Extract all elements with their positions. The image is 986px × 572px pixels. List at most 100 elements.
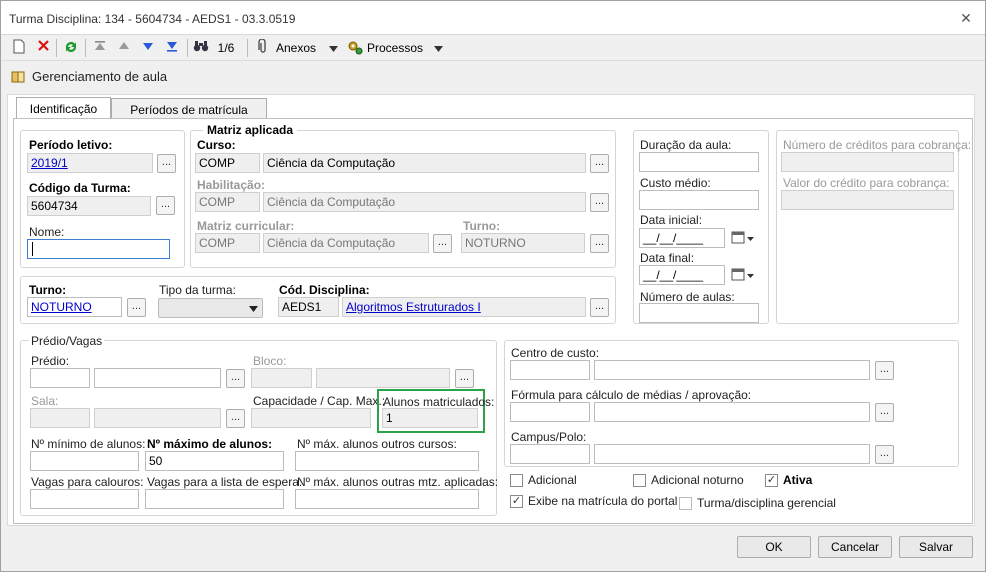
campus-lookup-button[interactable]: ...	[875, 445, 894, 464]
calendar-icon[interactable]	[728, 266, 758, 284]
calendar-icon[interactable]	[728, 229, 758, 247]
formula-name-input[interactable]	[594, 402, 870, 422]
campus-code-input[interactable]	[510, 444, 590, 464]
habilitacao-code-field[interactable]: COMP	[195, 192, 260, 212]
custo-medio-input[interactable]	[639, 190, 759, 210]
centro-custo-code-input[interactable]	[510, 360, 590, 380]
periodo-lookup-button[interactable]: ...	[157, 154, 176, 173]
vagas-espera-input[interactable]	[145, 489, 284, 509]
centro-custo-name-input[interactable]	[594, 360, 870, 380]
adicional-noturno-label: Adicional noturno	[651, 473, 744, 487]
gerencial-checkbox[interactable]	[679, 497, 692, 510]
formula-code-input[interactable]	[510, 402, 590, 422]
chevron-down-icon[interactable]	[327, 39, 339, 57]
bloco-label: Bloco:	[253, 354, 287, 368]
ativa-checkbox[interactable]: ✓	[765, 474, 778, 487]
refresh-icon[interactable]	[62, 39, 80, 57]
min-alunos-input[interactable]	[30, 451, 139, 471]
numero-creditos-field[interactable]	[781, 152, 954, 172]
data-final-label: Data final:	[640, 251, 695, 265]
bloco-code-field[interactable]	[251, 368, 312, 388]
max-outros-cursos-input[interactable]	[295, 451, 479, 471]
adicional-noturno-checkbox[interactable]	[633, 474, 646, 487]
duracao-input[interactable]	[639, 152, 759, 172]
tipo-turma-select[interactable]	[158, 298, 263, 318]
sala-code-field[interactable]	[30, 408, 90, 428]
periodo-label: Período letivo:	[29, 138, 113, 152]
turno-field[interactable]: NOTURNO	[27, 297, 122, 317]
alunos-matriculados-label: Alunos matriculados:	[383, 395, 495, 409]
previous-record-icon[interactable]	[115, 39, 133, 57]
custo-medio-label: Custo médio:	[640, 176, 711, 190]
campus-name-input[interactable]	[594, 444, 870, 464]
disciplina-lookup-button[interactable]: ...	[590, 298, 609, 317]
matriz-turno-field[interactable]: NOTURNO	[461, 233, 585, 253]
matriz-curricular-code-field[interactable]: COMP	[195, 233, 260, 253]
formula-lookup-button[interactable]: ...	[875, 403, 894, 422]
capacidade-field[interactable]	[251, 408, 371, 428]
centro-custo-lookup-button[interactable]: ...	[875, 361, 894, 380]
adicional-checkbox[interactable]	[510, 474, 523, 487]
sala-label: Sala:	[31, 394, 59, 408]
disciplina-code-field[interactable]: AEDS1	[278, 297, 339, 317]
vagas-calouros-input[interactable]	[30, 489, 139, 509]
close-icon[interactable]: ✕	[957, 9, 975, 27]
data-final-input[interactable]: __/__/____	[639, 265, 725, 285]
exibe-portal-checkbox[interactable]: ✓	[510, 495, 523, 508]
new-document-icon[interactable]	[11, 39, 27, 57]
bloco-name-field[interactable]	[316, 368, 450, 388]
tipo-turma-label: Tipo da turma:	[159, 283, 236, 297]
sala-lookup-button[interactable]: ...	[226, 409, 245, 428]
centro-custo-label: Centro de custo:	[511, 346, 600, 360]
binoculars-icon[interactable]	[192, 39, 210, 57]
max-outros-cursos-label: Nº máx. alunos outros cursos:	[297, 437, 457, 451]
delete-icon[interactable]	[35, 39, 51, 57]
codigo-turma-field[interactable]: 5604734	[27, 196, 151, 216]
bloco-lookup-button[interactable]: ...	[455, 369, 474, 388]
ok-button[interactable]: OK	[737, 536, 811, 558]
turno-lookup-button[interactable]: ...	[127, 298, 146, 317]
gears-icon	[346, 39, 364, 57]
codigo-turma-lookup-button[interactable]: ...	[156, 196, 175, 215]
curso-name-field[interactable]: Ciência da Computação	[263, 153, 586, 173]
nome-label: Nome:	[29, 225, 65, 239]
vagas-espera-label: Vagas para a lista de espera:	[147, 475, 303, 489]
next-record-icon[interactable]	[139, 39, 157, 57]
curso-code-field[interactable]: COMP	[195, 153, 260, 173]
toolbar: 1/6 Anexos Processos	[1, 35, 985, 61]
habilitacao-lookup-button[interactable]: ...	[590, 193, 609, 212]
matriz-curricular-name-field[interactable]: Ciência da Computação	[263, 233, 429, 253]
paperclip-icon	[256, 38, 270, 57]
max-outras-mtz-input[interactable]	[295, 489, 479, 509]
first-record-icon[interactable]	[91, 39, 109, 57]
data-inicial-input[interactable]: __/__/____	[639, 228, 725, 248]
predio-lookup-button[interactable]: ...	[226, 369, 245, 388]
numero-aulas-input[interactable]	[639, 303, 759, 323]
sala-name-field[interactable]	[94, 408, 221, 428]
periodo-field[interactable]: 2019/1	[27, 153, 153, 173]
predio-code-input[interactable]	[30, 368, 90, 388]
matriz-turno-lookup-button[interactable]: ...	[590, 234, 609, 253]
valor-credito-field[interactable]	[781, 190, 954, 210]
processos-button[interactable]: Processos	[367, 39, 425, 57]
max-alunos-input[interactable]: 50	[145, 451, 284, 471]
nome-input[interactable]	[27, 239, 170, 259]
alunos-matriculados-field[interactable]: 1	[382, 408, 478, 428]
exibe-portal-label: Exibe na matrícula do portal	[528, 494, 678, 508]
chevron-down-icon[interactable]	[432, 39, 444, 57]
anexos-button[interactable]: Anexos	[276, 39, 322, 57]
last-record-icon[interactable]	[163, 39, 181, 57]
habilitacao-name-field[interactable]: Ciência da Computação	[263, 192, 586, 212]
max-outras-mtz-label: Nº máx. alunos outras mtz. aplicadas:	[297, 475, 499, 489]
predio-name-input[interactable]	[94, 368, 221, 388]
salvar-button[interactable]: Salvar	[899, 536, 973, 558]
matriz-curricular-lookup-button[interactable]: ...	[433, 234, 452, 253]
curso-lookup-button[interactable]: ...	[590, 154, 609, 173]
data-inicial-label: Data inicial:	[640, 213, 703, 227]
disciplina-name-field[interactable]: Algoritmos Estruturados I	[342, 297, 586, 317]
cancelar-button[interactable]: Cancelar	[818, 536, 892, 558]
numero-aulas-label: Número de aulas:	[640, 290, 735, 304]
window: Turma Disciplina: 134 - 5604734 - AEDS1 …	[0, 0, 986, 572]
ativa-label: Ativa	[783, 473, 813, 487]
vagas-calouros-label: Vagas para calouros:	[31, 475, 144, 489]
